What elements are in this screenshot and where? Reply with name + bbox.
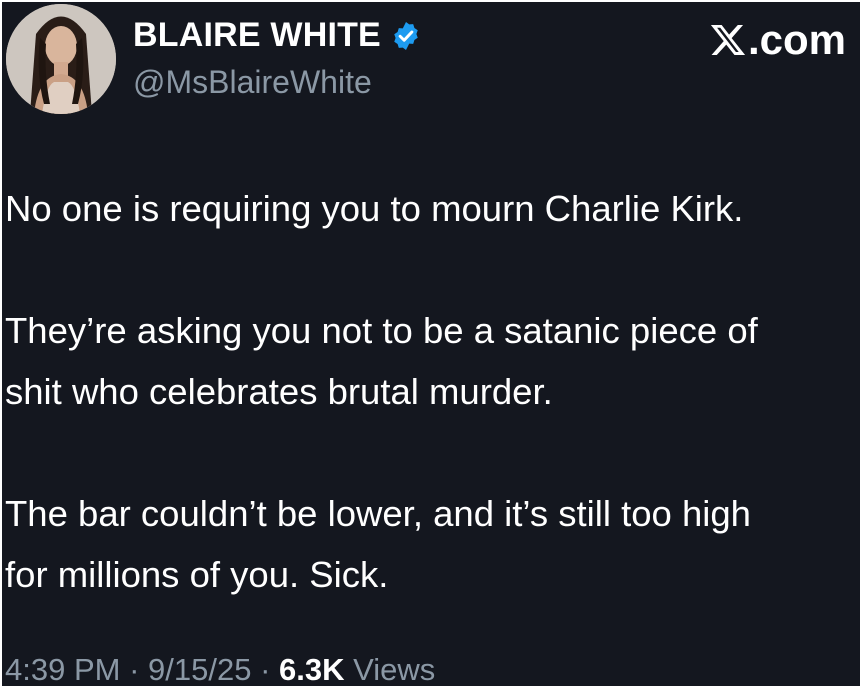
meta-separator: · bbox=[260, 652, 271, 686]
tweet-line: No one is requiring you to mourn Charlie… bbox=[5, 188, 744, 229]
author-handle[interactable]: @MsBlaireWhite bbox=[133, 64, 372, 101]
author-name-text[interactable]: BLAIRE WHITE bbox=[133, 16, 381, 55]
tweet-paragraph: They’re asking you not to be a satanic p… bbox=[5, 300, 860, 422]
site-brand-label: .com bbox=[747, 16, 846, 63]
site-brand: .com bbox=[709, 16, 846, 64]
author-display-name[interactable]: BLAIRE WHITE bbox=[133, 16, 422, 55]
tweet-text: No one is requiring you to mourn Charlie… bbox=[5, 178, 860, 605]
tweet-card: BLAIRE WHITE @MsBlaireWhite .com No one … bbox=[2, 2, 860, 686]
tweet-line: shit who celebrates brutal murder. bbox=[5, 371, 553, 412]
tweet-line: The bar couldn’t be lower, and it’s stil… bbox=[5, 493, 751, 534]
tweet-metadata: 4:39 PM · 9/15/25 · 6.3K Views bbox=[5, 652, 435, 686]
tweet-line: for millions of you. Sick. bbox=[5, 554, 389, 595]
meta-separator: · bbox=[129, 652, 140, 686]
verified-badge-icon bbox=[390, 20, 422, 52]
avatar[interactable] bbox=[6, 4, 116, 114]
views-count[interactable]: 6.3K bbox=[279, 652, 344, 686]
tweet-time[interactable]: 4:39 PM bbox=[5, 652, 120, 686]
tweet-date[interactable]: 9/15/25 bbox=[148, 652, 251, 686]
views-label[interactable]: Views bbox=[353, 652, 435, 686]
tweet-paragraph: The bar couldn’t be lower, and it’s stil… bbox=[5, 483, 860, 605]
tweet-paragraph: No one is requiring you to mourn Charlie… bbox=[5, 178, 860, 239]
x-logo-icon bbox=[709, 21, 747, 59]
tweet-line: They’re asking you not to be a satanic p… bbox=[5, 310, 758, 351]
